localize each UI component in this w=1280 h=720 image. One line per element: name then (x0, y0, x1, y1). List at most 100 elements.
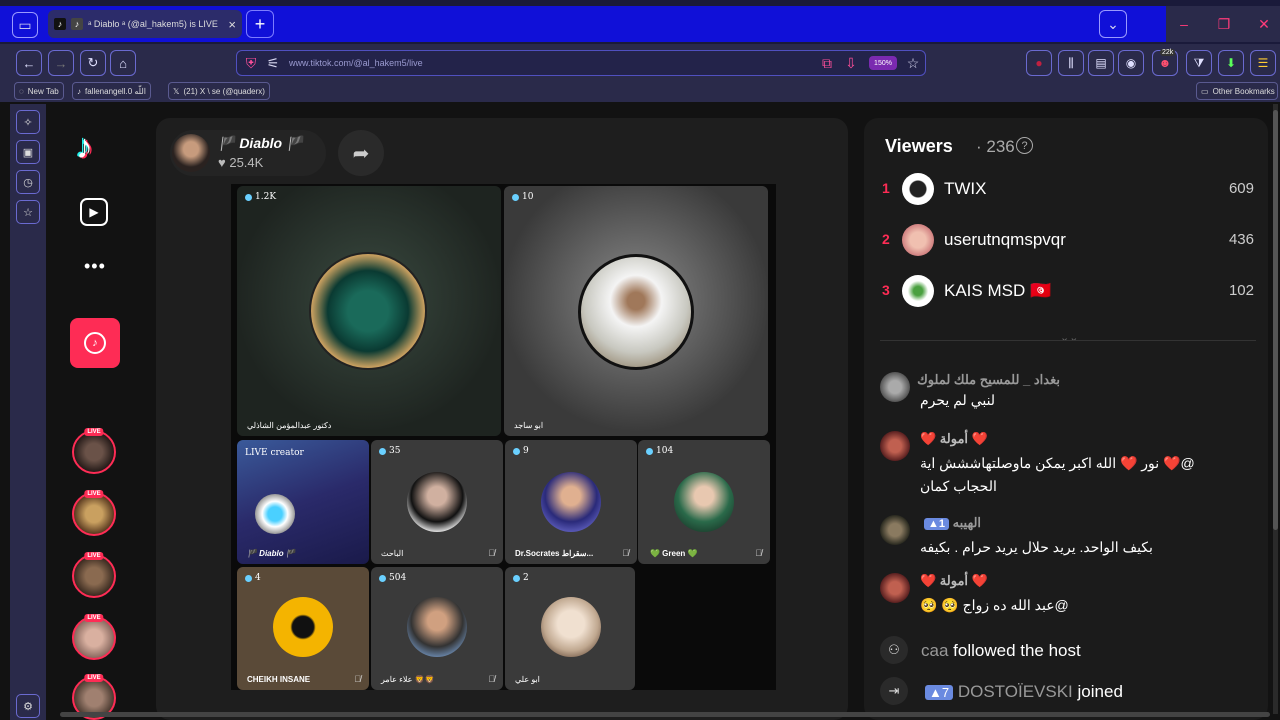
host-avatar[interactable] (172, 134, 210, 172)
bookmark-x[interactable]: 𝕏 (21) X \ se (@quaderx) (168, 82, 270, 100)
host-name[interactable]: 🏴 Diablo 🏴 (218, 135, 303, 152)
guest-cell[interactable]: 2 ابو علي (505, 567, 635, 690)
download-page-icon[interactable]: ⇩ (841, 53, 861, 73)
bookmark-new-tab[interactable]: ◌ New Tab (14, 82, 64, 100)
enter-icon: ⇥ (880, 677, 908, 705)
guest-cell[interactable]: 10 ابو ساجد (504, 186, 768, 436)
comment-item[interactable]: ❤️ أمولة ❤️ @❤️ نور ❤️ الله اكبر يمكن ما… (880, 431, 1256, 497)
tab-list-dropdown-icon[interactable]: ⌄ (1099, 10, 1127, 38)
ranking-row[interactable]: 2 userutnqmspvqr 436 (880, 223, 1256, 257)
mic-muted-icon: 🎙̸ (622, 548, 629, 558)
guest-cell[interactable]: 504 علاء عامر 🦁🦁 🎙̸ (371, 567, 503, 690)
picture-in-picture-icon[interactable]: ⧉ (817, 53, 837, 73)
account-icon[interactable]: ◉ (1118, 50, 1144, 76)
viewer-score: 609 (1228, 180, 1254, 197)
event-action: joined (1077, 682, 1123, 701)
ranking-row[interactable]: 1 TWIX 609 (880, 172, 1256, 206)
share-button[interactable]: ➦ (338, 130, 384, 176)
commenter-name[interactable]: ❤️ أمولة ❤️ (920, 573, 1060, 589)
zoom-level-badge[interactable]: 150% (869, 56, 897, 70)
live-creator-avatar[interactable]: LIVE (72, 490, 116, 536)
favorites-star-icon[interactable]: ☆ (16, 200, 40, 224)
viewer-count: 10 (512, 192, 533, 202)
guest-cell[interactable]: 1.2K دكتور عبدالمؤمن الشاذلي (237, 186, 501, 436)
back-button[interactable]: ← (16, 50, 42, 76)
minimize-icon[interactable]: – (1174, 14, 1194, 34)
rank-number: 3 (882, 282, 890, 298)
live-creator-avatar[interactable]: LIVE (72, 614, 116, 660)
commenter-name[interactable]: ❤️ أمولة ❤️ (920, 431, 1060, 447)
tiktok-logo-icon[interactable]: ♪ (76, 128, 112, 168)
tab-tiktok-live[interactable]: ♪ ♪ ᵃ Diablo ᵃ (@al_hakem5) is LIVE × (48, 10, 242, 38)
collapse-chevron-icon[interactable]: ⌄⌄ (1060, 331, 1078, 344)
go-live-button[interactable]: ♪ (70, 318, 120, 368)
ranking-row[interactable]: 3 KAIS MSD 🇹🇳 102 (880, 274, 1256, 308)
host-cell[interactable]: LIVE creator 🏴 Diablo 🏴 (237, 440, 369, 564)
live-tag: LIVE (84, 490, 104, 498)
guest-avatar (407, 472, 467, 532)
viewer-score: 102 (1228, 282, 1254, 299)
settings-gear-icon[interactable]: ⚙ (16, 694, 40, 718)
guest-name: 🏴 Diablo 🏴 (247, 549, 296, 558)
guest-name: Dr.Socrates سقراط... (515, 549, 594, 558)
other-bookmarks-folder[interactable]: ▭ Other Bookmarks (1196, 82, 1278, 100)
guest-avatar (578, 254, 694, 370)
guest-cell[interactable]: 35 الباحث 🎙̸ (371, 440, 503, 564)
host-likes: ♥ 25.4K (218, 155, 263, 170)
comment-item[interactable]: ❤️ أمولة ❤️ @عبد الله ده زواج 🥺 🥺 (880, 573, 1256, 617)
bookmark-star-icon[interactable]: ☆ (903, 53, 923, 73)
viewer-score: 436 (1228, 231, 1254, 248)
viewer-avatar (902, 224, 934, 256)
save-page-icon[interactable]: ▣ (16, 140, 40, 164)
guest-avatar (407, 597, 467, 657)
shield-icon[interactable]: ⛨ (241, 53, 261, 73)
library-icon[interactable]: ⫼ (1058, 50, 1084, 76)
viewer-avatar (902, 275, 934, 307)
event-user[interactable]: caa (921, 641, 948, 660)
bookmark-label: (21) X \ se (@quaderx) (183, 86, 265, 96)
guest-cell[interactable]: 9 Dr.Socrates سقراط... 🎙̸ (505, 440, 637, 564)
comment-item[interactable]: بغداد _ للمسيح ملك لملوك لنبي لم يحرم (880, 372, 1256, 416)
site-settings-icon[interactable]: ⚟ (263, 53, 283, 73)
speaker-icon[interactable]: ♪ (71, 18, 83, 30)
viewer-count: 1.2K (245, 192, 276, 202)
extensions-puzzle-icon[interactable]: ⧩ (1186, 50, 1212, 76)
reload-button[interactable]: ↻ (80, 50, 106, 76)
sparkle-icon[interactable]: ✧ (16, 110, 40, 134)
downloads-icon[interactable]: ⬇ (1218, 50, 1244, 76)
comment-item[interactable]: ▲1 الهيبه بكيف الواحد. يريد حلال يريد حر… (880, 515, 1256, 559)
tab-close-icon[interactable]: × (228, 17, 236, 32)
workspaces-icon[interactable]: ▭ (12, 12, 38, 38)
home-button[interactable]: ⌂ (110, 50, 136, 76)
close-window-icon[interactable]: ✕ (1254, 14, 1274, 34)
live-creator-avatar[interactable]: LIVE (72, 552, 116, 598)
help-icon[interactable]: ? (1016, 137, 1033, 154)
guest-avatar (309, 252, 427, 370)
more-dots-icon[interactable]: ••• (84, 256, 106, 277)
bookmark-fallenangell[interactable]: ♪ fallenangell.0 اللّه (72, 82, 151, 100)
live-creator-avatar[interactable]: LIVE (72, 428, 116, 474)
viewer-count: 35 (379, 446, 400, 456)
sidebar-toggle-icon[interactable]: ▤ (1088, 50, 1114, 76)
new-tab-button[interactable]: + (246, 10, 274, 38)
guest-cell[interactable]: 104 💚 Green 💚 🎙̸ (638, 440, 770, 564)
extension-red-icon[interactable]: ● (1026, 50, 1052, 76)
page-scrollbar-thumb[interactable] (1273, 110, 1278, 530)
event-user[interactable]: DOSTOÏEVSKI (958, 682, 1073, 701)
bookmark-label: fallenangell.0 اللّه (85, 86, 146, 96)
commenter-name[interactable]: بغداد _ للمسيح ملك لملوك (917, 372, 1060, 388)
horizontal-scrollbar[interactable] (60, 712, 1270, 717)
live-tag: LIVE (84, 614, 104, 622)
url-text[interactable]: www.tiktok.com/@al_hakem5/live (289, 58, 423, 68)
comment-text: @عبد الله ده زواج 🥺 🥺 (920, 597, 1069, 613)
commenter-name[interactable]: ▲1 الهيبه (920, 515, 1060, 531)
restore-icon[interactable]: ❐ (1214, 14, 1234, 34)
history-icon[interactable]: ◷ (16, 170, 40, 194)
address-bar[interactable]: ⛨ ⚟ www.tiktok.com/@al_hakem5/live ⧉ ⇩ 1… (236, 50, 926, 76)
forward-button[interactable]: → (48, 50, 74, 76)
app-menu-icon[interactable]: ☰ (1250, 50, 1276, 76)
live-videos-icon[interactable]: ▶ (80, 198, 108, 226)
guest-name: ابو ساجد (514, 421, 544, 430)
host-info[interactable]: 🏴 Diablo 🏴 ♥ 25.4K (170, 130, 326, 176)
guest-cell[interactable]: 4 CHEIKH INSANE 🎙̸ (237, 567, 369, 690)
